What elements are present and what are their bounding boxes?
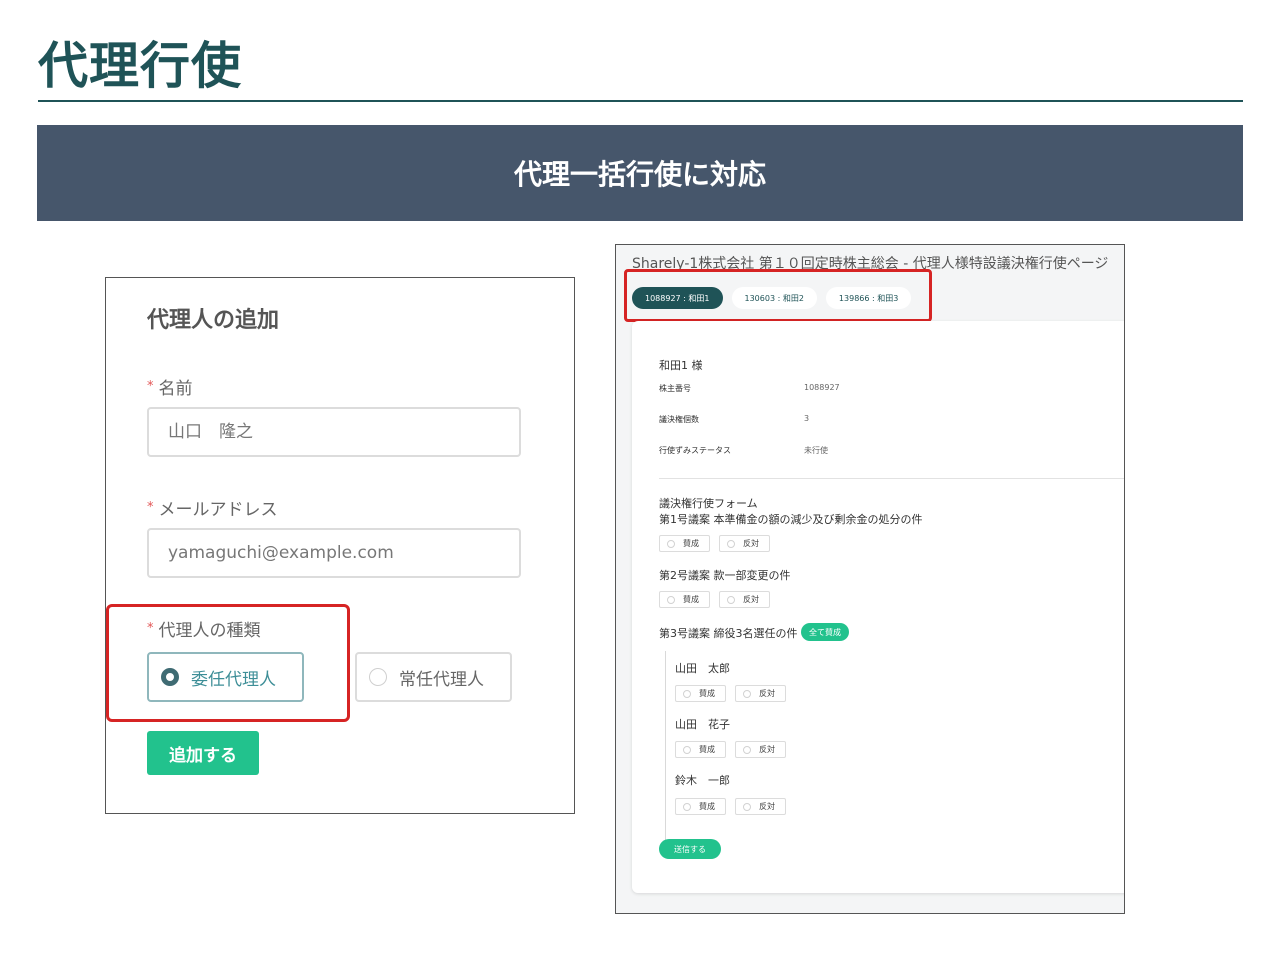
name-label: * 名前 xyxy=(147,374,193,399)
highlight-box xyxy=(624,269,932,322)
radio-option-label: 常任代理人 xyxy=(399,669,484,690)
radio-icon xyxy=(683,802,691,811)
vote-row: 賛成 反対 xyxy=(659,591,770,608)
divider xyxy=(659,478,1124,479)
approve-all-button[interactable]: 全て賛成 xyxy=(801,623,849,641)
add-proxy-title: 代理人の追加 xyxy=(147,308,280,333)
radio-icon xyxy=(667,595,675,604)
radio-unselected-icon xyxy=(369,668,387,686)
approve-label: 賛成 xyxy=(699,802,715,811)
radio-icon xyxy=(683,745,691,754)
reject-label: 反対 xyxy=(743,539,759,548)
banner: 代理一括行使に対応 xyxy=(37,125,1243,221)
radio-icon xyxy=(683,689,691,698)
reject-radio[interactable]: 反対 xyxy=(719,591,770,608)
submit-votes-button[interactable]: 送信する xyxy=(659,839,721,859)
reject-radio[interactable]: 反対 xyxy=(735,685,786,702)
required-mark: * xyxy=(147,379,154,394)
banner-text: 代理一括行使に対応 xyxy=(513,158,766,191)
field-key: 行使ずみステータス xyxy=(659,446,731,455)
approve-label: 賛成 xyxy=(699,745,715,754)
approve-label: 賛成 xyxy=(683,595,699,604)
email-field[interactable]: yamaguchi@example.com xyxy=(147,528,521,578)
radio-icon xyxy=(743,689,751,698)
approve-radio[interactable]: 賛成 xyxy=(675,685,726,702)
required-mark: * xyxy=(147,500,154,515)
radio-proxy-standing[interactable]: 常任代理人 xyxy=(355,652,512,702)
page-title: 代理行使 xyxy=(38,37,242,95)
approve-label: 賛成 xyxy=(699,689,715,698)
reject-radio[interactable]: 反対 xyxy=(719,535,770,552)
add-proxy-panel: 代理人の追加 * 名前 山口 隆之 * メールアドレス yamaguchi@exam… xyxy=(105,277,575,814)
radio-icon xyxy=(667,539,675,548)
name-label-text: 名前 xyxy=(158,379,193,399)
field-value: 3 xyxy=(804,414,810,423)
name-field[interactable]: 山口 隆之 xyxy=(147,407,521,457)
nominee-name: 山田 太郎 xyxy=(675,662,730,675)
voting-page-panel: Sharely-1株式会社 第１０回定時株主総会 - 代理人様特設議決権行使ペー… xyxy=(615,244,1125,914)
reject-label: 反対 xyxy=(759,745,775,754)
form-title: 議決権行使フォーム xyxy=(659,497,758,510)
approve-radio[interactable]: 賛成 xyxy=(659,535,710,552)
reject-label: 反対 xyxy=(759,689,775,698)
highlight-box xyxy=(106,604,350,722)
field-key: 株主番号 xyxy=(659,384,691,393)
proposal-title: 第2号議案 款一部変更の件 xyxy=(659,569,791,582)
reject-label: 反対 xyxy=(743,595,759,604)
radio-icon xyxy=(727,595,735,604)
vote-row: 賛成 反対 xyxy=(675,798,786,815)
proposal-title: 第1号議案 本準備金の額の減少及び剰余金の処分の件 xyxy=(659,513,923,526)
vote-row: 賛成 反対 xyxy=(659,535,770,552)
reject-radio[interactable]: 反対 xyxy=(735,798,786,815)
approve-radio[interactable]: 賛成 xyxy=(675,798,726,815)
nominee-name: 山田 花子 xyxy=(675,718,730,731)
title-divider xyxy=(38,100,1243,102)
reject-label: 反対 xyxy=(759,802,775,811)
email-label: * メールアドレス xyxy=(147,495,278,520)
vote-row: 賛成 反対 xyxy=(675,741,786,758)
radio-icon xyxy=(743,802,751,811)
field-value: 1088927 xyxy=(804,383,840,392)
shareholder-name: 和田1 様 xyxy=(659,359,703,372)
proposal-title: 第3号議案 締役3名選任の件 xyxy=(659,627,798,640)
approve-radio[interactable]: 賛成 xyxy=(659,591,710,608)
approve-radio[interactable]: 賛成 xyxy=(675,741,726,758)
nominee-name: 鈴木 一郎 xyxy=(675,774,730,787)
approve-label: 賛成 xyxy=(683,539,699,548)
field-value: 未行使 xyxy=(804,446,828,455)
field-key: 議決権個数 xyxy=(659,415,699,424)
radio-icon xyxy=(727,539,735,548)
shareholder-card: 和田1 様 株主番号 1088927 議決権個数 3 行使ずみステータス 未行使… xyxy=(632,321,1124,893)
add-proxy-button[interactable]: 追加する xyxy=(147,731,259,775)
radio-icon xyxy=(743,745,751,754)
email-label-text: メールアドレス xyxy=(158,500,278,520)
vote-row: 賛成 反対 xyxy=(675,685,786,702)
nominee-group-bar xyxy=(665,651,666,841)
reject-radio[interactable]: 反対 xyxy=(735,741,786,758)
